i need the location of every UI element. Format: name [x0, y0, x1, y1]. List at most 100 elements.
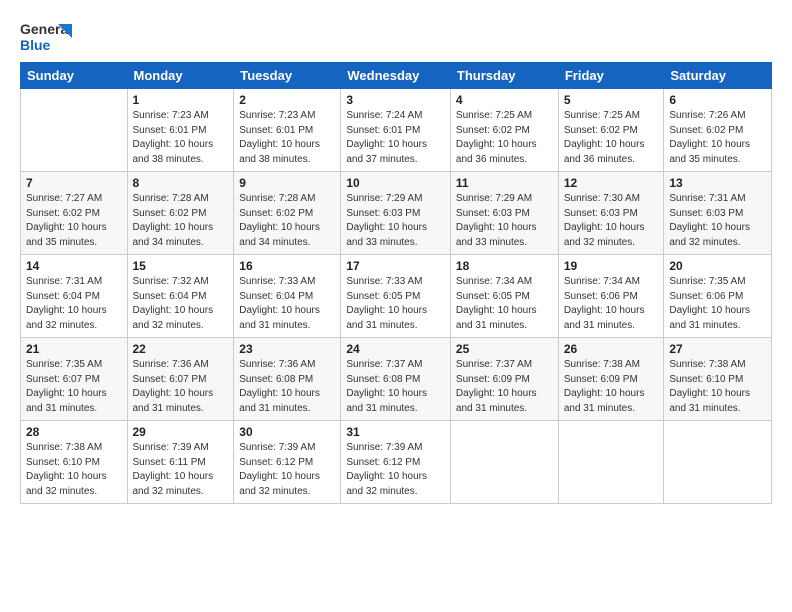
- day-info: Sunrise: 7:23 AM Sunset: 6:01 PM Dayligh…: [133, 109, 229, 167]
- calendar-header-thursday: Thursday: [450, 63, 558, 89]
- day-info: Sunrise: 7:29 AM Sunset: 6:03 PM Dayligh…: [346, 192, 445, 250]
- logo-area: General Blue: [20, 16, 72, 56]
- day-info: Sunrise: 7:35 AM Sunset: 6:06 PM Dayligh…: [669, 275, 766, 333]
- calendar-cell: 12 Sunrise: 7:30 AM Sunset: 6:03 PM Dayli…: [558, 172, 664, 255]
- calendar-week-row: 1 Sunrise: 7:23 AM Sunset: 6:01 PM Daylig…: [21, 89, 772, 172]
- day-number: 20: [669, 259, 766, 273]
- day-number: 2: [239, 93, 335, 107]
- day-info: Sunrise: 7:35 AM Sunset: 6:07 PM Dayligh…: [26, 358, 122, 416]
- calendar-week-row: 28 Sunrise: 7:38 AM Sunset: 6:10 PM Dayli…: [21, 421, 772, 504]
- day-number: 25: [456, 342, 553, 356]
- day-number: 22: [133, 342, 229, 356]
- calendar-cell: 13 Sunrise: 7:31 AM Sunset: 6:03 PM Dayli…: [664, 172, 772, 255]
- day-number: 19: [564, 259, 659, 273]
- day-number: 17: [346, 259, 445, 273]
- calendar-cell: 6Sunrise: 7:26 AM Sunset: 6:02 PM Daylig…: [664, 89, 772, 172]
- calendar-cell: 9 Sunrise: 7:28 AM Sunset: 6:02 PM Daylig…: [234, 172, 341, 255]
- day-number: 10: [346, 176, 445, 190]
- day-number: 15: [133, 259, 229, 273]
- calendar-header-saturday: Saturday: [664, 63, 772, 89]
- day-number: 5: [564, 93, 659, 107]
- day-info: Sunrise: 7:25 AM Sunset: 6:02 PM Dayligh…: [564, 109, 659, 167]
- day-info: Sunrise: 7:30 AM Sunset: 6:03 PM Dayligh…: [564, 192, 659, 250]
- calendar-cell: 20 Sunrise: 7:35 AM Sunset: 6:06 PM Dayli…: [664, 255, 772, 338]
- day-info: Sunrise: 7:38 AM Sunset: 6:10 PM Dayligh…: [26, 441, 122, 499]
- day-number: 28: [26, 425, 122, 439]
- day-info: Sunrise: 7:32 AM Sunset: 6:04 PM Dayligh…: [133, 275, 229, 333]
- day-info: Sunrise: 7:28 AM Sunset: 6:02 PM Dayligh…: [239, 192, 335, 250]
- day-number: 7: [26, 176, 122, 190]
- day-number: 8: [133, 176, 229, 190]
- calendar-cell: 27Sunrise: 7:38 AM Sunset: 6:10 PM Dayli…: [664, 338, 772, 421]
- day-info: Sunrise: 7:37 AM Sunset: 6:09 PM Dayligh…: [456, 358, 553, 416]
- calendar-header-row: SundayMondayTuesdayWednesdayThursdayFrid…: [21, 63, 772, 89]
- day-number: 9: [239, 176, 335, 190]
- day-number: 3: [346, 93, 445, 107]
- calendar-cell: 28 Sunrise: 7:38 AM Sunset: 6:10 PM Dayli…: [21, 421, 128, 504]
- calendar-cell: 1 Sunrise: 7:23 AM Sunset: 6:01 PM Daylig…: [127, 89, 234, 172]
- day-info: Sunrise: 7:39 AM Sunset: 6:12 PM Dayligh…: [239, 441, 335, 499]
- calendar-cell: 23Sunrise: 7:36 AM Sunset: 6:08 PM Dayli…: [234, 338, 341, 421]
- day-info: Sunrise: 7:36 AM Sunset: 6:07 PM Dayligh…: [133, 358, 229, 416]
- day-number: 12: [564, 176, 659, 190]
- day-info: Sunrise: 7:31 AM Sunset: 6:04 PM Dayligh…: [26, 275, 122, 333]
- calendar-cell: 19 Sunrise: 7:34 AM Sunset: 6:06 PM Dayli…: [558, 255, 664, 338]
- day-number: 27: [669, 342, 766, 356]
- day-info: Sunrise: 7:33 AM Sunset: 6:04 PM Dayligh…: [239, 275, 335, 333]
- day-number: 1: [133, 93, 229, 107]
- day-info: Sunrise: 7:39 AM Sunset: 6:11 PM Dayligh…: [133, 441, 229, 499]
- calendar-week-row: 21 Sunrise: 7:35 AM Sunset: 6:07 PM Dayli…: [21, 338, 772, 421]
- day-number: 26: [564, 342, 659, 356]
- calendar-header-friday: Friday: [558, 63, 664, 89]
- day-info: Sunrise: 7:33 AM Sunset: 6:05 PM Dayligh…: [346, 275, 445, 333]
- day-number: 29: [133, 425, 229, 439]
- day-info: Sunrise: 7:38 AM Sunset: 6:09 PM Dayligh…: [564, 358, 659, 416]
- calendar-cell: 5 Sunrise: 7:25 AM Sunset: 6:02 PM Daylig…: [558, 89, 664, 172]
- day-info: Sunrise: 7:29 AM Sunset: 6:03 PM Dayligh…: [456, 192, 553, 250]
- calendar-week-row: 14 Sunrise: 7:31 AM Sunset: 6:04 PM Dayli…: [21, 255, 772, 338]
- logo-svg: General Blue: [20, 16, 72, 56]
- calendar-cell: 24 Sunrise: 7:37 AM Sunset: 6:08 PM Dayli…: [341, 338, 451, 421]
- day-info: Sunrise: 7:34 AM Sunset: 6:05 PM Dayligh…: [456, 275, 553, 333]
- calendar-cell: [664, 421, 772, 504]
- calendar-cell: 26 Sunrise: 7:38 AM Sunset: 6:09 PM Dayli…: [558, 338, 664, 421]
- calendar-cell: 17 Sunrise: 7:33 AM Sunset: 6:05 PM Dayli…: [341, 255, 451, 338]
- svg-text:Blue: Blue: [20, 37, 51, 53]
- day-number: 21: [26, 342, 122, 356]
- calendar-header-tuesday: Tuesday: [234, 63, 341, 89]
- day-number: 13: [669, 176, 766, 190]
- calendar-cell: 29 Sunrise: 7:39 AM Sunset: 6:11 PM Dayli…: [127, 421, 234, 504]
- calendar-cell: 4 Sunrise: 7:25 AM Sunset: 6:02 PM Daylig…: [450, 89, 558, 172]
- calendar-cell: 22 Sunrise: 7:36 AM Sunset: 6:07 PM Dayli…: [127, 338, 234, 421]
- day-info: Sunrise: 7:39 AM Sunset: 6:12 PM Dayligh…: [346, 441, 445, 499]
- calendar-cell: 7 Sunrise: 7:27 AM Sunset: 6:02 PM Daylig…: [21, 172, 128, 255]
- day-info: Sunrise: 7:28 AM Sunset: 6:02 PM Dayligh…: [133, 192, 229, 250]
- calendar-cell: 10 Sunrise: 7:29 AM Sunset: 6:03 PM Dayli…: [341, 172, 451, 255]
- day-info: Sunrise: 7:25 AM Sunset: 6:02 PM Dayligh…: [456, 109, 553, 167]
- calendar-cell: [21, 89, 128, 172]
- calendar-cell: 16 Sunrise: 7:33 AM Sunset: 6:04 PM Dayli…: [234, 255, 341, 338]
- calendar-cell: 21 Sunrise: 7:35 AM Sunset: 6:07 PM Dayli…: [21, 338, 128, 421]
- day-info: Sunrise: 7:31 AM Sunset: 6:03 PM Dayligh…: [669, 192, 766, 250]
- calendar-cell: [450, 421, 558, 504]
- day-info: Sunrise: 7:37 AM Sunset: 6:08 PM Dayligh…: [346, 358, 445, 416]
- calendar-header-monday: Monday: [127, 63, 234, 89]
- day-number: 24: [346, 342, 445, 356]
- calendar-header-sunday: Sunday: [21, 63, 128, 89]
- day-number: 6: [669, 93, 766, 107]
- day-info: Sunrise: 7:34 AM Sunset: 6:06 PM Dayligh…: [564, 275, 659, 333]
- day-number: 16: [239, 259, 335, 273]
- day-number: 11: [456, 176, 553, 190]
- calendar-cell: [558, 421, 664, 504]
- header: General Blue: [20, 16, 772, 56]
- day-number: 18: [456, 259, 553, 273]
- day-number: 14: [26, 259, 122, 273]
- calendar-cell: 11 Sunrise: 7:29 AM Sunset: 6:03 PM Dayli…: [450, 172, 558, 255]
- calendar-table: SundayMondayTuesdayWednesdayThursdayFrid…: [20, 62, 772, 504]
- day-info: Sunrise: 7:24 AM Sunset: 6:01 PM Dayligh…: [346, 109, 445, 167]
- calendar-cell: 30Sunrise: 7:39 AM Sunset: 6:12 PM Dayli…: [234, 421, 341, 504]
- calendar-cell: 15 Sunrise: 7:32 AM Sunset: 6:04 PM Dayli…: [127, 255, 234, 338]
- day-number: 4: [456, 93, 553, 107]
- day-info: Sunrise: 7:27 AM Sunset: 6:02 PM Dayligh…: [26, 192, 122, 250]
- calendar-week-row: 7 Sunrise: 7:27 AM Sunset: 6:02 PM Daylig…: [21, 172, 772, 255]
